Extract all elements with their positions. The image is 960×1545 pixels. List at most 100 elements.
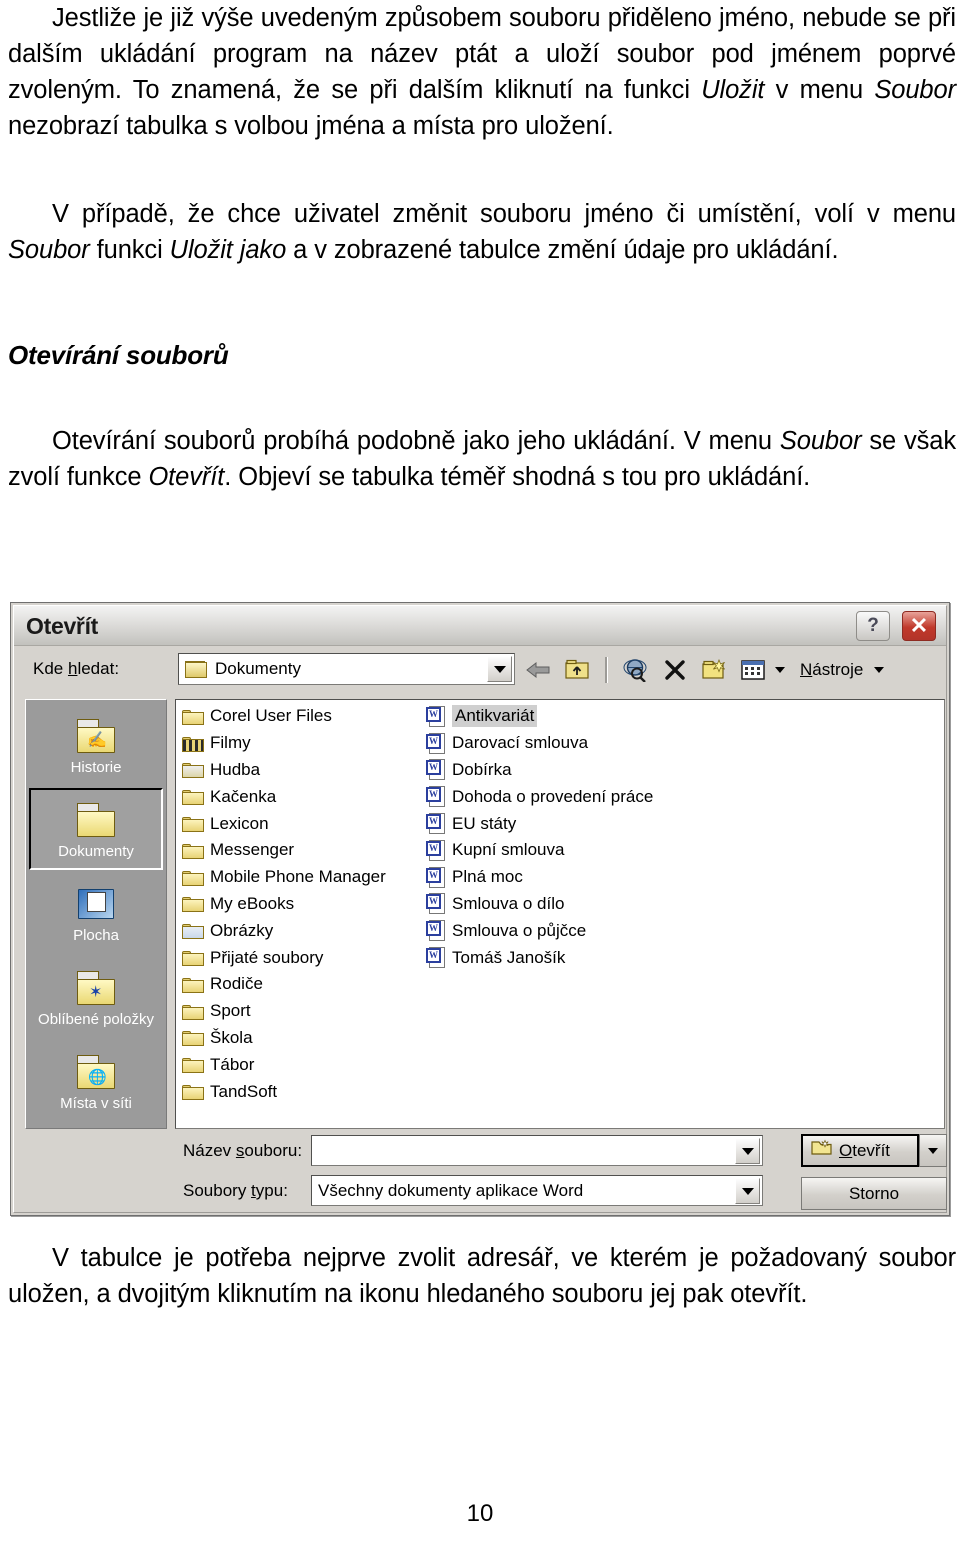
list-item[interactable]: Rodiče (180, 971, 430, 998)
open-button-dropdown-arrow[interactable] (919, 1134, 947, 1167)
back-icon[interactable] (523, 655, 553, 685)
place-item-dokumenty[interactable]: Dokumenty (29, 788, 163, 870)
list-item[interactable]: Sport (180, 998, 430, 1025)
file-type-combobox[interactable]: Všechny dokumenty aplikace Word (311, 1175, 763, 1206)
look-in-combobox[interactable]: Dokumenty (178, 653, 515, 685)
place-item-oblibene-polozky[interactable]: ✶ Oblíbené položky (29, 956, 163, 1038)
folder-icon (182, 869, 204, 886)
list-item[interactable]: W Smlouva o dílo (424, 891, 724, 918)
word-document-icon: W (426, 839, 446, 861)
toolbar-buttons: Nástroje (523, 651, 885, 689)
list-item[interactable]: W Darovací smlouva (424, 730, 724, 757)
network-places-icon: 🌐 (73, 1051, 119, 1091)
folder-icon (182, 842, 204, 859)
places-bar: ✍ Historie Dokumenty Plocha ✶ Oblíbené p… (25, 699, 167, 1129)
file-type-dropdown-arrow[interactable] (735, 1178, 760, 1204)
place-item-mista-v-siti[interactable]: 🌐 Místa v síti (29, 1040, 163, 1122)
file-list-column-documents: W Antikvariát W Darovací smlouva W Dobírka … (424, 703, 724, 971)
place-label: Plocha (73, 926, 119, 944)
open-folder-icon (811, 1139, 833, 1162)
paragraph-2: V případě, že chce uživatel změnit soubo… (8, 200, 956, 264)
word-document-icon: W (426, 920, 446, 942)
cancel-button[interactable]: Storno (801, 1177, 947, 1210)
list-item[interactable]: Filmy (180, 730, 430, 757)
list-item[interactable]: W Smlouva o půjčce (424, 917, 724, 944)
word-document-icon: W (426, 786, 446, 808)
help-button[interactable]: ? (856, 611, 890, 641)
film-folder-icon (182, 735, 204, 752)
list-item[interactable]: Kačenka (180, 783, 430, 810)
folder-icon (182, 1083, 204, 1101)
folder-icon (182, 708, 204, 725)
views-dropdown-arrow[interactable] (775, 667, 785, 673)
list-item[interactable]: W EU státy (424, 810, 724, 837)
file-name-input[interactable] (311, 1135, 763, 1166)
heading-spacer (8, 268, 956, 340)
list-item[interactable]: My eBooks (180, 891, 430, 918)
list-item[interactable]: W Plná moc (424, 864, 724, 891)
tools-dropdown-arrow[interactable] (874, 667, 885, 673)
close-button[interactable]: ✕ (902, 611, 936, 641)
views-icon[interactable] (738, 655, 768, 685)
folder-icon (182, 1056, 204, 1074)
file-name-dropdown-arrow[interactable] (735, 1138, 760, 1164)
file-type-value: Všechny dokumenty aplikace Word (318, 1180, 584, 1200)
music-folder-icon (182, 761, 204, 779)
folder-icon (182, 895, 204, 913)
folder-icon (182, 815, 204, 833)
delete-icon[interactable] (660, 655, 690, 685)
dialog-titlebar: Otevřít ? ✕ (14, 606, 946, 646)
look-in-dropdown-arrow[interactable] (487, 656, 512, 682)
tools-menu[interactable]: Nástroje (800, 660, 863, 680)
open-button-label: Otevřít (839, 1140, 891, 1160)
section-heading: Otevírání souborů (8, 340, 229, 370)
dialog-title: Otevřít (26, 613, 99, 639)
search-web-icon[interactable] (621, 655, 651, 685)
folder-icon (182, 1029, 204, 1047)
heading-bottom-spacer (8, 371, 956, 423)
up-one-level-icon[interactable] (562, 655, 592, 685)
place-item-historie[interactable]: ✍ Historie (29, 704, 163, 786)
history-folder-icon: ✍ (73, 715, 119, 755)
page-number: 10 (466, 1500, 494, 1527)
desktop-icon (73, 883, 119, 923)
place-item-plocha[interactable]: Plocha (29, 872, 163, 954)
list-item[interactable]: W Antikvariát (424, 703, 724, 730)
list-item[interactable]: Obrázky (180, 917, 430, 944)
list-item[interactable]: W Tomáš Janošík (424, 944, 724, 971)
list-item[interactable]: Škola (180, 1025, 430, 1052)
document-body: Jestliže je již výše uvedeným způsobem s… (8, 0, 956, 495)
list-item[interactable]: Corel User Files (180, 703, 430, 730)
list-item[interactable]: TandSoft (180, 1078, 430, 1105)
word-document-icon: W (426, 893, 446, 915)
word-document-icon: W (426, 947, 446, 969)
file-type-label: Soubory typu: (183, 1181, 288, 1200)
toolbar-separator (605, 657, 608, 683)
list-item[interactable]: Lexicon (180, 810, 430, 837)
open-file-dialog: Otevřít ? ✕ Kde hledat: Dokumenty Nástro… (10, 602, 950, 1216)
list-item[interactable]: Mobile Phone Manager (180, 864, 430, 891)
place-label: Oblíbené položky (38, 1010, 154, 1028)
paragraph-4: V tabulce je potřeba nejprve zvolit adre… (8, 1244, 956, 1308)
list-item[interactable]: W Dohoda o provedení práce (424, 783, 724, 810)
dialog-toolbar: Kde hledat: Dokumenty Nástroje (15, 647, 945, 693)
list-item[interactable]: Hudba (180, 757, 430, 784)
new-folder-icon[interactable] (699, 655, 729, 685)
favorites-folder-icon: ✶ (73, 967, 119, 1007)
file-list-column-folders: Corel User Files Filmy Hudba Kačenka Lex… (180, 703, 430, 1105)
list-item[interactable]: Tábor (180, 1051, 430, 1078)
list-item[interactable]: Přijaté soubory (180, 944, 430, 971)
folder-icon (182, 949, 204, 967)
list-item[interactable]: Messenger (180, 837, 430, 864)
place-label: Historie (70, 758, 122, 776)
open-button[interactable]: Otevřít (801, 1134, 919, 1167)
folder-icon (182, 788, 204, 806)
paragraph-3: Otevírání souborů probíhá podobně jako j… (8, 427, 957, 491)
look-in-value: Dokumenty (215, 659, 301, 678)
file-list[interactable]: Corel User Files Filmy Hudba Kačenka Lex… (175, 699, 945, 1129)
list-item[interactable]: W Kupní smlouva (424, 837, 724, 864)
list-item[interactable]: W Dobírka (424, 757, 724, 784)
place-label: Místa v síti (60, 1094, 132, 1112)
file-name-label: Název souboru: (183, 1141, 303, 1160)
